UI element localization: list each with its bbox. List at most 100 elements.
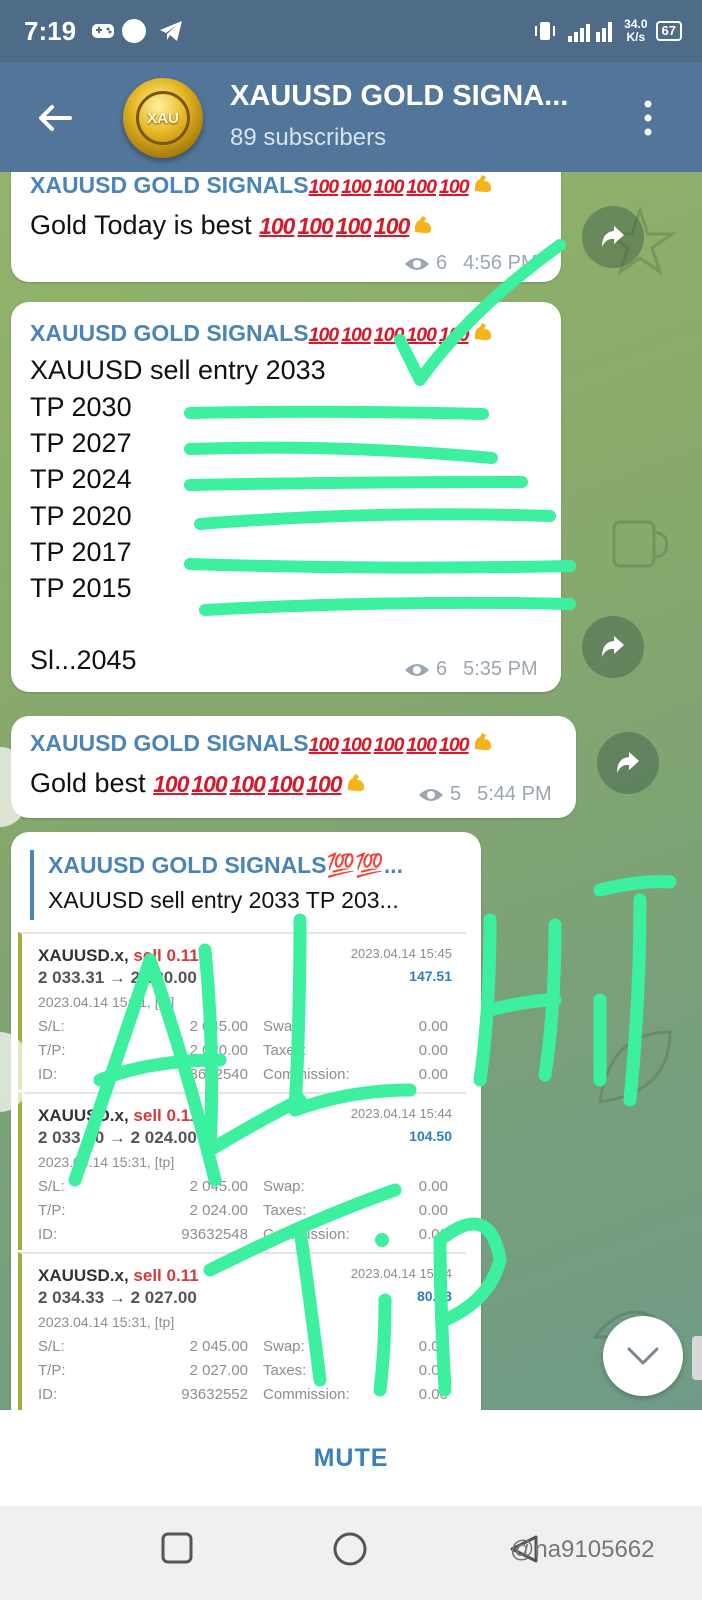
trade-row: S/L: 2 045.00 Swap: 0.00 — [38, 1018, 448, 1035]
share-arrow-icon — [602, 636, 624, 657]
trade-row: S/L: 2 045.00 Swap: 0.00 — [38, 1178, 448, 1195]
message-meta: 6 4:56 PM — [404, 252, 538, 275]
views-icon — [419, 788, 443, 801]
trade-screenshot[interactable]: XAUUSD.x, sell 0.11 2023.04.14 15:45 2 0… — [18, 932, 466, 1410]
message-sender: XAUUSD GOLD SIGNALS100 100 100 100 100 — [30, 320, 494, 347]
net-speed: 34.0 K/s — [624, 17, 648, 44]
forward-button[interactable] — [582, 206, 644, 268]
doodle-leaf-icon — [598, 1030, 672, 1104]
message-sender: XAUUSD GOLD SIGNALS100 100 100 100 100 — [30, 172, 494, 199]
view-count: 6 — [436, 658, 448, 680]
mute-button[interactable]: MUTE — [314, 1444, 389, 1473]
battery-indicator: 67 — [655, 21, 682, 41]
trade-card: XAUUSD.x, sell 0.11 2023.04.14 15:44 2 0… — [18, 1092, 466, 1250]
trade-date: 2023.04.14 15:44 — [350, 1266, 452, 1281]
vibrate-icon — [535, 22, 556, 40]
channel-avatar[interactable]: XAU — [123, 78, 203, 158]
trade-row: S/L: 2 045.00 Swap: 0.00 — [38, 1338, 448, 1355]
watermark: @na9105662 — [510, 1536, 655, 1563]
more-vert-icon[interactable] — [643, 98, 653, 138]
flexed-biceps-icon — [474, 733, 491, 751]
message-bubble[interactable]: XAUUSD GOLD SIGNALS💯💯... XAUUSD sell ent… — [11, 832, 481, 1410]
chevron-down-icon — [627, 1347, 659, 1365]
status-time: 7:19 — [24, 16, 77, 46]
trade-profit: 104.50 — [409, 1128, 452, 1144]
tp-line: TP 2017 — [30, 537, 132, 567]
gamepad-icon — [92, 24, 114, 38]
trade-row: ID: 93632540 Commission: 0.00 — [38, 1066, 448, 1083]
reply-title: XAUUSD GOLD SIGNALS💯💯... — [48, 852, 404, 878]
tp-line: TP 2020 — [30, 501, 132, 531]
mute-bar: MUTE — [0, 1410, 702, 1506]
status-bar: 7:19 34.0 K/s 67 — [0, 0, 702, 62]
views-icon — [405, 257, 429, 270]
view-count: 6 — [436, 252, 448, 274]
flexed-biceps-icon — [474, 175, 491, 193]
message-time: 5:44 PM — [477, 783, 552, 805]
reply-preview[interactable]: XAUUSD GOLD SIGNALS💯💯... XAUUSD sell ent… — [30, 850, 488, 920]
tp-line: TP 2027 — [30, 428, 132, 458]
message-time: 4:56 PM — [463, 252, 538, 274]
trade-date: 2023.04.14 15:44 — [350, 1106, 452, 1121]
trade-row: T/P: 2 027.00 Taxes: 0.00 — [38, 1362, 448, 1379]
stop-loss-line: Sl...2045 — [30, 645, 137, 675]
scroll-handle[interactable] — [692, 1336, 702, 1380]
flexed-biceps-icon — [415, 216, 432, 234]
trade-card: XAUUSD.x, sell 0.11 2023.04.14 15:44 2 0… — [18, 1252, 466, 1410]
trade-opened: 2023.04.14 15:31, [tp] — [38, 994, 175, 1010]
trade-symbol: XAUUSD.x, — [38, 1266, 129, 1285]
views-icon — [405, 663, 429, 676]
trade-opened: 2023.04.14 15:31, [tp] — [38, 1314, 175, 1330]
status-right: 34.0 K/s 67 — [532, 14, 682, 48]
scroll-down-button[interactable] — [603, 1316, 683, 1396]
message-bubble[interactable]: XAUUSD GOLD SIGNALS100 100 100 100 100 XAUUS… — [11, 302, 561, 692]
message-bubble[interactable]: XAUUSD GOLD SIGNALS100 100 100 100 100 Gold … — [11, 172, 561, 282]
chat-header: XAU XAUUSD GOLD SIGNA... 89 subscribers — [0, 62, 702, 172]
signal-icon — [568, 22, 613, 42]
message-meta: 6 5:35 PM — [404, 658, 538, 681]
chat-area[interactable]: XAUUSD GOLD SIGNALS100 100 100 100 100 Gold … — [0, 172, 702, 1410]
doodle-mug-icon — [612, 520, 669, 568]
trade-date: 2023.04.14 15:45 — [350, 946, 452, 961]
home-icon[interactable] — [332, 1531, 368, 1567]
trade-row: ID: 93632552 Commission: 0.00 — [38, 1386, 448, 1403]
trade-row: T/P: 2 024.00 Taxes: 0.00 — [38, 1202, 448, 1219]
trade-price: 2 033.31 → 2 020.00 — [38, 968, 197, 987]
telegram-icon — [160, 21, 182, 41]
trade-row: ID: 93632548 Commission: 0.00 — [38, 1226, 448, 1243]
trade-side: sell 0.11 — [133, 1106, 199, 1125]
entry-line: XAUUSD sell entry 2033 — [30, 355, 326, 385]
trade-price: 2 033.50 → 2 024.00 — [38, 1128, 197, 1147]
trade-profit: 147.51 — [409, 968, 452, 984]
flexed-biceps-icon — [474, 323, 491, 341]
share-arrow-icon — [617, 752, 639, 773]
trade-card: XAUUSD.x, sell 0.11 2023.04.14 15:45 2 0… — [18, 932, 466, 1090]
trade-side: sell 0.11 — [133, 1266, 199, 1285]
trade-price: 2 034.33 → 2 027.00 — [38, 1288, 197, 1307]
reply-text: XAUUSD sell entry 2033 TP 203... — [48, 887, 399, 913]
tp-line: TP 2024 — [30, 464, 132, 494]
forward-button[interactable] — [582, 616, 644, 678]
forward-button[interactable] — [597, 732, 659, 794]
recents-icon[interactable] — [160, 1531, 194, 1565]
share-arrow-icon — [602, 226, 624, 247]
back-arrow-icon[interactable] — [34, 98, 74, 138]
avatar-text: XAU — [136, 91, 190, 145]
message-sender: XAUUSD GOLD SIGNALS100 100 100 100 100 — [30, 730, 494, 757]
trade-side: sell 0.11 — [133, 946, 199, 965]
message-text: Gold Today is best 100 100 100 100 — [30, 210, 434, 241]
trade-opened: 2023.04.14 15:31, [tp] — [38, 1154, 175, 1170]
trade-symbol: XAUUSD.x, — [38, 1106, 129, 1125]
tp-line: TP 2030 — [30, 392, 132, 422]
subscriber-count: 89 subscribers — [230, 124, 387, 151]
message-bubble[interactable]: XAUUSD GOLD SIGNALS100 100 100 100 100 Gold … — [11, 716, 576, 818]
view-count: 5 — [450, 783, 462, 805]
message-time: 5:35 PM — [463, 658, 538, 680]
trade-row: T/P: 2 020.00 Taxes: 0.00 — [38, 1042, 448, 1059]
circle-notification-icon — [122, 19, 146, 43]
message-meta: 5 5:44 PM — [418, 783, 552, 806]
system-nav-bar: @na9105662 — [0, 1506, 702, 1600]
trade-profit: 80.63 — [416, 1288, 452, 1304]
flexed-biceps-icon — [347, 774, 364, 792]
channel-title[interactable]: XAUUSD GOLD SIGNA... — [230, 80, 630, 113]
